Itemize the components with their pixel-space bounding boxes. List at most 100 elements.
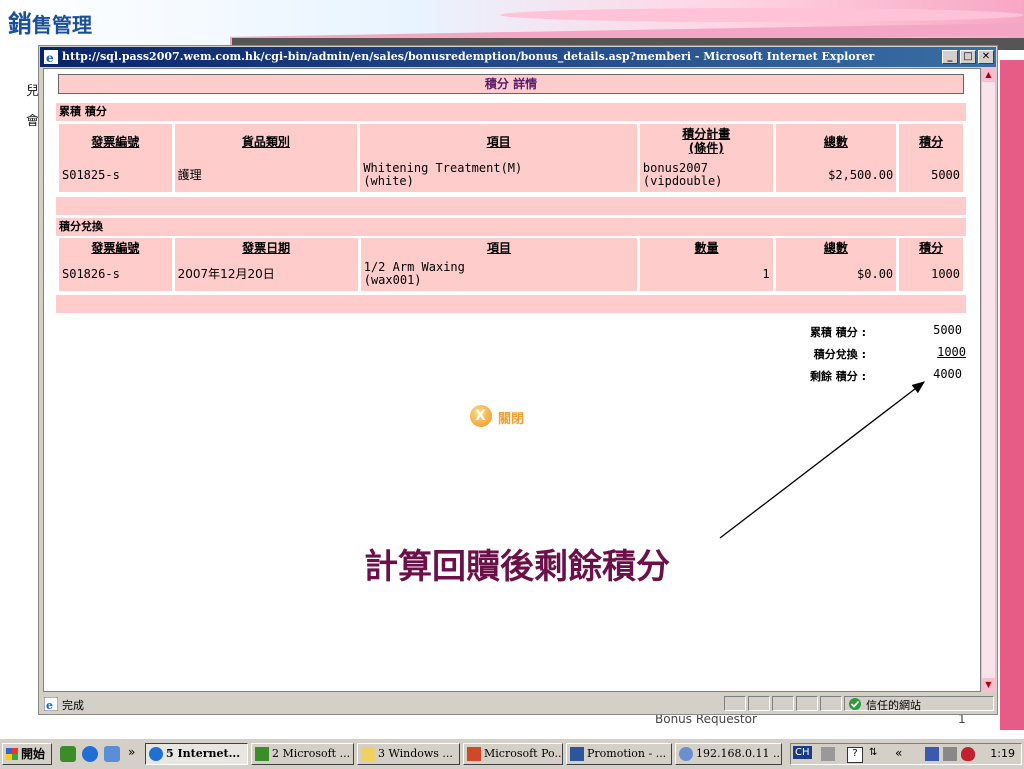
task-internet-explorer[interactable]: 5 Internet...	[145, 743, 248, 765]
folder-icon	[361, 747, 375, 761]
cell-category: 護理	[174, 158, 358, 192]
cell-item: 1/2 Arm Waxing (wax001)	[360, 257, 638, 291]
scroll-up-icon[interactable]: ▲	[982, 68, 995, 82]
bg-right-decoration	[1000, 60, 1024, 730]
start-button[interactable]: 開始	[2, 743, 52, 765]
col-points[interactable]: 積分	[899, 238, 963, 257]
cell-item: Whitening Treatment(M) (white)	[360, 158, 637, 192]
item-name: 1/2 Arm Waxing	[363, 260, 465, 274]
app-icon	[255, 747, 269, 761]
scroll-down-icon[interactable]: ▼	[982, 678, 995, 692]
cell-plan: bonus2007 (vipdouble)	[639, 158, 773, 192]
app-title: 銷售管理	[8, 4, 92, 39]
col-invoice[interactable]: 發票編號	[59, 124, 172, 158]
cell-invoice: S01825-s	[59, 158, 172, 192]
window-titlebar[interactable]: e http://sql.pass2007.wem.com.hk/cgi-bin…	[40, 47, 996, 67]
summary-remain-label: 剩餘 積分 :	[809, 370, 866, 383]
summary-accum-label: 累積 積分 :	[809, 326, 866, 339]
quicklaunch-more-icon[interactable]: »	[128, 745, 135, 759]
task-label: 3 Windows ...	[378, 747, 453, 760]
language-indicator[interactable]: CH	[793, 746, 812, 759]
summary-redeem-label: 積分兌換 :	[813, 348, 866, 361]
status-cell	[820, 696, 842, 711]
task-powerpoint[interactable]: Microsoft Po...	[463, 743, 563, 765]
status-cell	[772, 696, 794, 711]
accum-header-row: 發票編號 貨品類別 項目 積分計畫 (條件) 總數 積分	[59, 124, 963, 158]
status-bar: e 完成 信任的網站	[40, 694, 996, 713]
task-windows-explorer[interactable]: 3 Windows ...	[357, 743, 460, 765]
zone-text: 信任的網站	[866, 699, 921, 712]
cell-points: 1000	[899, 257, 963, 291]
banner-swoosh	[500, 8, 1024, 22]
task-word-promotion[interactable]: Promotion - ...	[566, 743, 672, 765]
task-label: Microsoft Po...	[484, 747, 563, 760]
cell-date: 2007年12月20日	[174, 257, 358, 291]
network-icon	[679, 747, 693, 761]
item-code: (white)	[363, 174, 414, 188]
quicklaunch-desktop-icon[interactable]	[104, 746, 120, 762]
col-item[interactable]: 項目	[360, 238, 638, 257]
redeem-table: 發票編號 發票日期 項目 數量 總數 積分 S01826-s 2007年12月2…	[56, 238, 966, 291]
close-label: 關閉	[498, 412, 525, 427]
browser-content: 積分 詳情 累積 積分 發票編號 貨品類別 項目 積分計畫 (條件) 總數 積分…	[43, 68, 981, 692]
col-qty[interactable]: 數量	[640, 238, 773, 257]
close-window-button[interactable]: ✕	[978, 50, 994, 64]
word-icon	[570, 747, 584, 761]
col-points[interactable]: 積分	[899, 124, 963, 158]
windows-taskbar: 開始 » 5 Internet... 2 Microsoft ... 3 Win…	[0, 738, 1024, 769]
col-date[interactable]: 發票日期	[174, 238, 358, 257]
svg-text:e: e	[46, 699, 53, 711]
window-title: http://sql.pass2007.wem.com.hk/cgi-bin/a…	[62, 50, 875, 63]
tray-expand-icon[interactable]: «	[895, 746, 902, 760]
cell-total: $2,500.00	[775, 158, 897, 192]
network-tray-icon[interactable]	[925, 747, 939, 761]
trusted-zone-icon	[849, 698, 861, 710]
ie-icon	[149, 747, 163, 761]
col-plan[interactable]: 積分計畫 (條件)	[639, 124, 773, 158]
quicklaunch-app-icon[interactable]	[60, 746, 76, 762]
maximize-button[interactable]: □	[960, 50, 976, 64]
task-label: 5 Internet...	[166, 747, 241, 760]
ime-options-icon[interactable]: ⇅	[869, 747, 883, 761]
task-label: Promotion - ...	[587, 747, 667, 760]
cell-points: 5000	[899, 158, 963, 192]
status-cell	[748, 696, 770, 711]
ie-logo-icon: e	[44, 50, 58, 64]
page-title: 積分 詳情	[58, 74, 964, 94]
col-category[interactable]: 貨品類別	[174, 124, 358, 158]
redeem-section-title: 積分兌換	[56, 218, 966, 236]
plan-condition: (vipdouble)	[642, 174, 723, 188]
redeem-header-row: 發票編號 發票日期 項目 數量 總數 積分	[59, 238, 963, 257]
plan-name: bonus2007	[642, 161, 708, 175]
status-cell	[796, 696, 818, 711]
windows-logo-icon	[6, 748, 18, 760]
help-icon[interactable]: ?	[847, 747, 863, 763]
cell-total: $0.00	[775, 257, 897, 291]
quicklaunch-ie-icon[interactable]	[82, 746, 98, 762]
status-text: 完成	[62, 699, 84, 712]
vertical-scrollbar[interactable]: ▲ ▼	[981, 68, 995, 692]
section-divider	[56, 295, 966, 313]
table-row: S01825-s 護理 Whitening Treatment(M) (white…	[59, 158, 963, 192]
accum-table: 發票編號 貨品類別 項目 積分計畫 (條件) 總數 積分 S01825-s 護理…	[56, 124, 966, 192]
col-total[interactable]: 總數	[775, 238, 897, 257]
col-invoice[interactable]: 發票編號	[59, 238, 172, 257]
col-item[interactable]: 項目	[360, 124, 637, 158]
volume-icon[interactable]	[943, 747, 957, 761]
task-microsoft[interactable]: 2 Microsoft ...	[251, 743, 354, 765]
keyboard-icon[interactable]	[821, 747, 835, 761]
item-code: (wax001)	[363, 273, 422, 287]
clock[interactable]: 1:19	[990, 747, 1015, 760]
table-row: S01826-s 2007年12月20日 1/2 Arm Waxing (wax0…	[59, 257, 963, 291]
status-cell	[724, 696, 746, 711]
task-label: 2 Microsoft ...	[272, 747, 351, 760]
security-shield-icon[interactable]	[961, 747, 975, 761]
close-button[interactable]: 關閉	[470, 405, 540, 429]
summary-remain-value: 4000	[933, 367, 962, 381]
minimize-button[interactable]: _	[942, 50, 958, 64]
powerpoint-icon	[467, 747, 481, 761]
col-total[interactable]: 總數	[775, 124, 897, 158]
task-remote-host[interactable]: 192.168.0.11 ...	[675, 743, 782, 765]
section-divider	[56, 197, 966, 215]
app-title-rest: 售管理	[32, 13, 92, 37]
